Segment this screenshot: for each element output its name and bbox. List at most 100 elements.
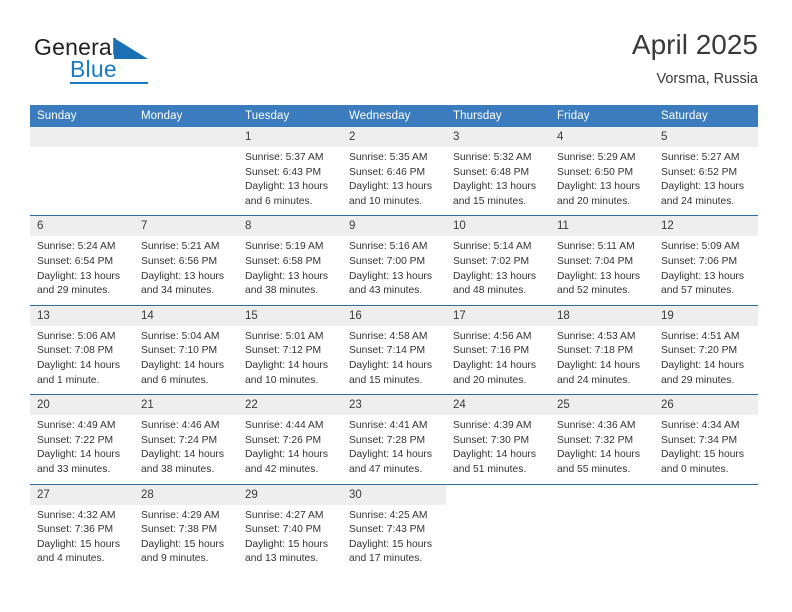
calendar-week-row: 27 Sunrise: 4:32 AM Sunset: 7:36 PM Dayligh… xyxy=(30,483,758,573)
calendar-day-cell[interactable]: 5 Sunrise: 5:27 AM Sunset: 6:52 PM Daylight… xyxy=(654,127,758,216)
weekday-header-sunday: Sunday xyxy=(30,105,134,127)
calendar-day-cell[interactable]: 21 Sunrise: 4:46 AM Sunset: 7:24 PM Dayligh… xyxy=(134,394,238,484)
day-details: Sunrise: 5:09 AM Sunset: 7:06 PM Daylight:… xyxy=(654,236,758,304)
day-number: 18 xyxy=(550,305,654,326)
calendar-day-cell[interactable]: 19 Sunrise: 4:51 AM Sunset: 7:20 PM Dayligh… xyxy=(654,304,758,395)
calendar-day-cell[interactable]: 30 Sunrise: 4:25 AM Sunset: 7:43 PM Dayligh… xyxy=(342,483,446,573)
sunrise-text: Sunrise: 5:06 AM xyxy=(37,330,116,342)
daylight-line2-text: and 47 minutes. xyxy=(349,463,423,475)
day-number: 4 xyxy=(550,127,654,147)
calendar-day-cell[interactable]: 3 Sunrise: 5:32 AM Sunset: 6:48 PM Daylight… xyxy=(446,127,550,216)
sunset-text: Sunset: 6:58 PM xyxy=(245,255,322,267)
calendar-day-cell[interactable]: 2 Sunrise: 5:35 AM Sunset: 6:46 PM Daylight… xyxy=(342,127,446,216)
day-details: Sunrise: 4:29 AM Sunset: 7:38 PM Daylight:… xyxy=(134,505,238,573)
daylight-line2-text: and 55 minutes. xyxy=(557,463,631,475)
sunrise-text: Sunrise: 4:53 AM xyxy=(557,330,636,342)
calendar-day-cell[interactable]: 14 Sunrise: 5:04 AM Sunset: 7:10 PM Dayligh… xyxy=(134,304,238,395)
sunset-text: Sunset: 6:46 PM xyxy=(349,166,426,178)
day-number: 28 xyxy=(134,484,238,505)
sunset-text: Sunset: 7:24 PM xyxy=(141,434,218,446)
calendar-day-cell[interactable]: 4 Sunrise: 5:29 AM Sunset: 6:50 PM Daylight… xyxy=(550,127,654,216)
calendar-day-cell[interactable]: 18 Sunrise: 4:53 AM Sunset: 7:18 PM Dayligh… xyxy=(550,304,654,395)
calendar-day-cell[interactable]: 12 Sunrise: 5:09 AM Sunset: 7:06 PM Dayligh… xyxy=(654,215,758,306)
daylight-line1-text: Daylight: 13 hours xyxy=(557,270,640,282)
calendar-day-cell[interactable]: 20 Sunrise: 4:49 AM Sunset: 7:22 PM Dayligh… xyxy=(30,394,134,484)
calendar-cell-empty xyxy=(134,127,238,216)
sunset-text: Sunset: 7:32 PM xyxy=(557,434,634,446)
calendar-day-cell[interactable]: 7 Sunrise: 5:21 AM Sunset: 6:56 PM Daylight… xyxy=(134,215,238,306)
page-subtitle: Vorsma, Russia xyxy=(656,71,758,87)
calendar-day-cell[interactable]: 26 Sunrise: 4:34 AM Sunset: 7:34 PM Dayligh… xyxy=(654,394,758,484)
calendar-day-cell[interactable]: 27 Sunrise: 4:32 AM Sunset: 7:36 PM Dayligh… xyxy=(30,483,134,573)
sunset-text: Sunset: 7:18 PM xyxy=(557,345,634,357)
daylight-line2-text: and 10 minutes. xyxy=(349,195,423,207)
daylight-line1-text: Daylight: 13 hours xyxy=(453,270,536,282)
calendar-week-row: 6 Sunrise: 5:24 AM Sunset: 6:54 PM Daylight… xyxy=(30,215,758,306)
day-number: 20 xyxy=(30,395,134,416)
day-number: 26 xyxy=(654,395,758,416)
sunrise-text: Sunrise: 5:29 AM xyxy=(557,152,636,163)
calendar-day-cell[interactable]: 17 Sunrise: 4:56 AM Sunset: 7:16 PM Dayligh… xyxy=(446,304,550,395)
calendar-day-cell[interactable]: 23 Sunrise: 4:41 AM Sunset: 7:28 PM Dayligh… xyxy=(342,394,446,484)
sunset-text: Sunset: 7:30 PM xyxy=(453,434,530,446)
calendar-day-cell[interactable]: 29 Sunrise: 4:27 AM Sunset: 7:40 PM Dayligh… xyxy=(238,483,342,573)
day-number: 12 xyxy=(654,216,758,237)
daylight-line1-text: Daylight: 14 hours xyxy=(453,359,536,371)
weekday-header-saturday: Saturday xyxy=(654,105,758,127)
day-details: Sunrise: 4:49 AM Sunset: 7:22 PM Daylight:… xyxy=(30,415,134,483)
daylight-line1-text: Daylight: 15 hours xyxy=(349,538,432,550)
brand-name-blue: Blue xyxy=(70,56,117,82)
day-number: 16 xyxy=(342,305,446,326)
sunset-text: Sunset: 6:52 PM xyxy=(661,166,738,178)
day-number: 13 xyxy=(30,305,134,326)
daylight-line2-text: and 48 minutes. xyxy=(453,285,527,297)
calendar-day-cell[interactable]: 9 Sunrise: 5:16 AM Sunset: 7:00 PM Daylight… xyxy=(342,215,446,306)
daylight-line1-text: Daylight: 13 hours xyxy=(349,181,432,193)
sunrise-text: Sunrise: 4:56 AM xyxy=(453,330,532,342)
daylight-line2-text: and 10 minutes. xyxy=(245,374,319,386)
daylight-line2-text: and 20 minutes. xyxy=(557,195,631,207)
day-number: 6 xyxy=(30,216,134,237)
sunset-text: Sunset: 7:10 PM xyxy=(141,345,218,357)
daylight-line2-text: and 33 minutes. xyxy=(37,463,111,475)
daylight-line2-text: and 20 minutes. xyxy=(453,374,527,386)
daylight-line1-text: Daylight: 13 hours xyxy=(37,270,120,282)
daylight-line2-text: and 9 minutes. xyxy=(141,553,209,565)
daylight-line2-text: and 6 minutes. xyxy=(141,374,209,386)
calendar-day-cell[interactable]: 13 Sunrise: 5:06 AM Sunset: 7:08 PM Dayligh… xyxy=(30,304,134,395)
day-details: Sunrise: 5:24 AM Sunset: 6:54 PM Daylight:… xyxy=(30,236,134,304)
day-details: Sunrise: 4:32 AM Sunset: 7:36 PM Daylight:… xyxy=(30,505,134,573)
sunrise-text: Sunrise: 4:46 AM xyxy=(141,420,220,432)
calendar-day-cell[interactable]: 8 Sunrise: 5:19 AM Sunset: 6:58 PM Daylight… xyxy=(238,215,342,306)
day-details: Sunrise: 5:11 AM Sunset: 7:04 PM Daylight:… xyxy=(550,236,654,304)
brand-logo[interactable]: General Blue xyxy=(34,34,234,96)
day-number xyxy=(550,484,654,505)
day-number: 25 xyxy=(550,395,654,416)
calendar-day-cell[interactable]: 24 Sunrise: 4:39 AM Sunset: 7:30 PM Dayligh… xyxy=(446,394,550,484)
calendar-day-cell[interactable]: 11 Sunrise: 5:11 AM Sunset: 7:04 PM Dayligh… xyxy=(550,215,654,306)
sunset-text: Sunset: 6:50 PM xyxy=(557,166,634,178)
calendar-day-cell[interactable]: 6 Sunrise: 5:24 AM Sunset: 6:54 PM Daylight… xyxy=(30,215,134,306)
calendar-day-cell[interactable]: 16 Sunrise: 4:58 AM Sunset: 7:14 PM Dayligh… xyxy=(342,304,446,395)
sunrise-text: Sunrise: 4:49 AM xyxy=(37,420,116,432)
sunrise-text: Sunrise: 4:39 AM xyxy=(453,420,532,432)
day-number: 10 xyxy=(446,216,550,237)
calendar-day-cell[interactable]: 28 Sunrise: 4:29 AM Sunset: 7:38 PM Dayligh… xyxy=(134,483,238,573)
calendar-day-cell[interactable]: 22 Sunrise: 4:44 AM Sunset: 7:26 PM Dayligh… xyxy=(238,394,342,484)
daylight-line1-text: Daylight: 14 hours xyxy=(557,449,640,461)
calendar-day-cell[interactable]: 25 Sunrise: 4:36 AM Sunset: 7:32 PM Dayligh… xyxy=(550,394,654,484)
daylight-line1-text: Daylight: 14 hours xyxy=(453,449,536,461)
brand-underline xyxy=(70,82,148,84)
day-number: 2 xyxy=(342,127,446,147)
daylight-line2-text: and 38 minutes. xyxy=(141,463,215,475)
sunrise-text: Sunrise: 4:36 AM xyxy=(557,420,636,432)
title-block: April 2025 Vorsma, Russia xyxy=(632,28,758,89)
daylight-line2-text: and 4 minutes. xyxy=(37,553,105,565)
calendar-day-cell[interactable]: 1 Sunrise: 5:37 AM Sunset: 6:43 PM Daylight… xyxy=(238,127,342,216)
weekday-header-thursday: Thursday xyxy=(446,105,550,127)
calendar-day-cell[interactable]: 15 Sunrise: 5:01 AM Sunset: 7:12 PM Dayligh… xyxy=(238,304,342,395)
sunrise-text: Sunrise: 4:58 AM xyxy=(349,330,428,342)
calendar-day-cell[interactable]: 10 Sunrise: 5:14 AM Sunset: 7:02 PM Dayligh… xyxy=(446,215,550,306)
day-number: 15 xyxy=(238,305,342,326)
day-details: Sunrise: 4:58 AM Sunset: 7:14 PM Daylight:… xyxy=(342,326,446,394)
